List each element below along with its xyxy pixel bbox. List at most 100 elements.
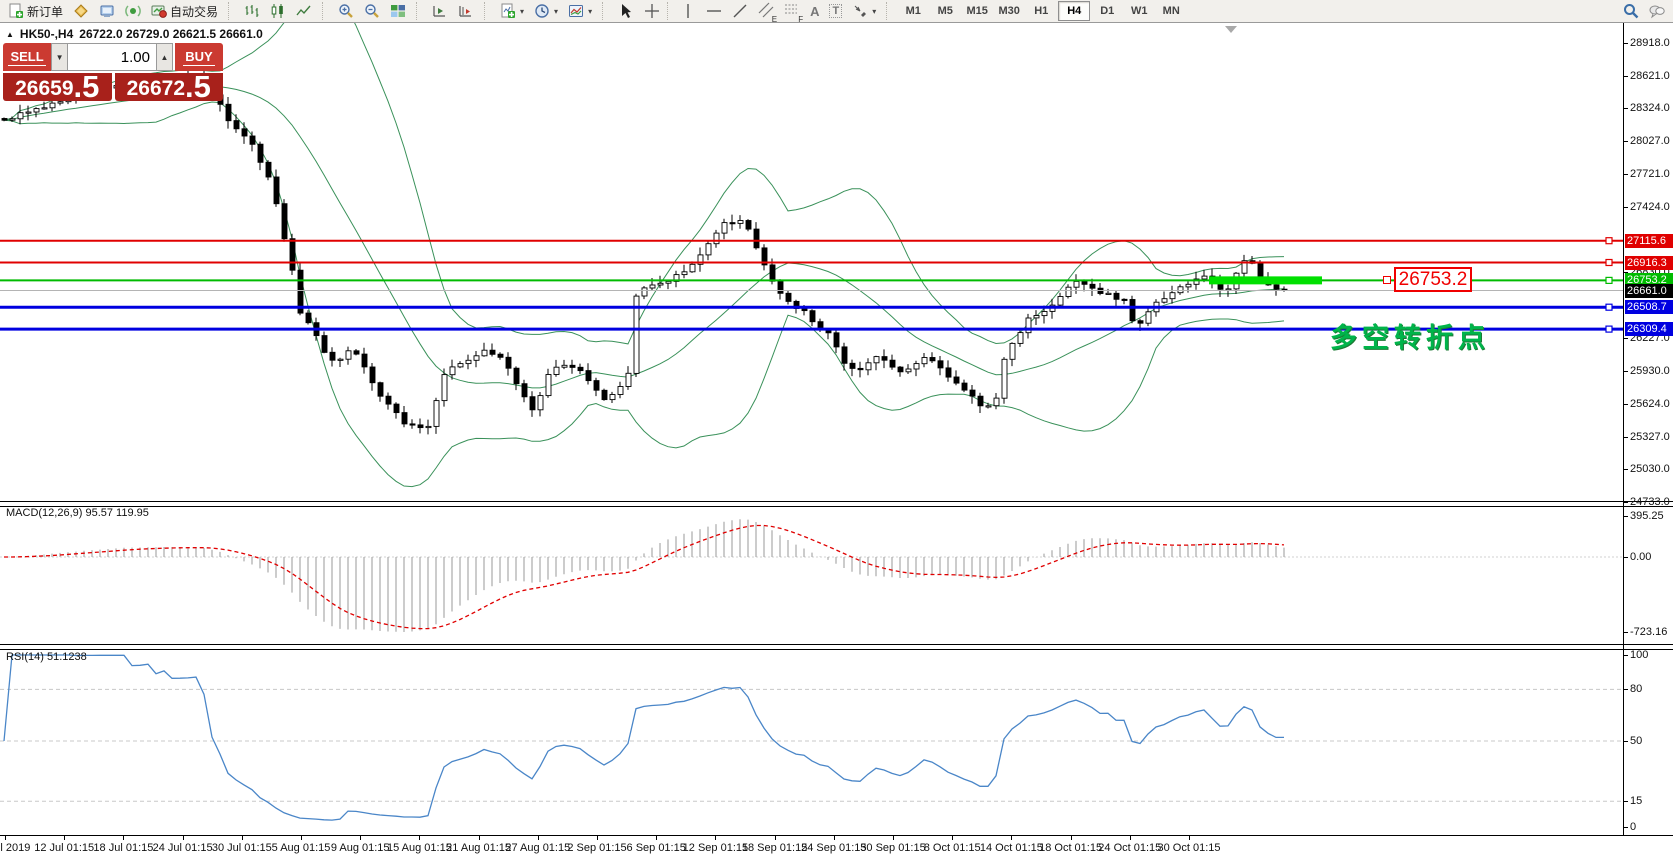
price-tick-label: 25624.0	[1630, 398, 1673, 410]
auto-trading-button[interactable]: 自动交易	[146, 0, 223, 22]
channel-button[interactable]: E	[753, 0, 779, 22]
date-tick-label: 9 Aug 01:15	[331, 842, 390, 854]
price-tick-label: 25327.0	[1630, 431, 1673, 443]
price-annotation-box[interactable]: 26753.2	[1394, 267, 1472, 292]
chart-shift-button[interactable]	[453, 0, 479, 22]
macd-tick	[1623, 632, 1628, 633]
indicators-button[interactable]: ▾	[495, 0, 529, 22]
chart-window: ▲ HK50-,H4 26722.0 26729.0 26621.5 26661…	[0, 23, 1673, 858]
buy-price[interactable]: 26672 .5	[115, 73, 224, 101]
date-tick	[242, 836, 243, 840]
tile-windows-button[interactable]	[385, 0, 411, 22]
price-chart-canvas[interactable]	[0, 23, 1673, 503]
date-tick	[893, 836, 894, 840]
timeframe-d1[interactable]: D1	[1092, 2, 1122, 20]
toolbar-separator	[322, 2, 328, 20]
zoom-out-icon	[364, 3, 380, 19]
price-tick	[1623, 43, 1628, 44]
date-tick-label: 8 Oct 01:15	[924, 842, 981, 854]
date-tick	[5, 836, 6, 840]
zoom-in-icon	[338, 3, 354, 19]
timeframe-m1[interactable]: M1	[898, 2, 928, 20]
candlestick-button[interactable]	[265, 0, 291, 22]
trendline-button[interactable]	[727, 0, 753, 22]
price-tick	[1623, 371, 1628, 372]
trendline-icon	[732, 3, 748, 19]
drawing-tools-group: E F A T ▾	[610, 0, 884, 22]
rsi-tick	[1623, 689, 1628, 690]
sell-label: SELL	[8, 49, 45, 66]
rsi-tick	[1623, 741, 1628, 742]
volume-input[interactable]	[68, 43, 156, 71]
date-axis[interactable]: 8 Jul 201912 Jul 01:1518 Jul 01:1524 Jul…	[0, 835, 1673, 858]
timeframe-h1[interactable]: H1	[1026, 2, 1056, 20]
timeframe-m15[interactable]: M15	[962, 2, 992, 20]
price-tick	[1623, 502, 1628, 503]
periods-button[interactable]: ▾	[529, 0, 563, 22]
label-tool-glyph: T	[829, 4, 842, 18]
date-tick	[597, 836, 598, 840]
one-click-trading-panel: SELL ▼ ▲ BUY 26659 .5 26672 .5	[3, 43, 223, 101]
collapse-arrow-icon[interactable]: ▲	[6, 30, 14, 39]
market-watch-button[interactable]	[68, 0, 94, 22]
timeframe-h4[interactable]: H4	[1058, 1, 1090, 21]
date-tick-label: 18 Sep 01:15	[742, 842, 807, 854]
toolbar-separator	[416, 2, 422, 20]
search-icon[interactable]	[1623, 3, 1639, 19]
bar-chart-button[interactable]	[239, 0, 265, 22]
auto-scroll-icon	[432, 3, 448, 19]
sell-button[interactable]: SELL	[3, 43, 51, 71]
crosshair-button[interactable]	[639, 0, 665, 22]
timeframe-w1[interactable]: W1	[1124, 2, 1154, 20]
data-window-icon	[99, 3, 115, 19]
cursor-button[interactable]	[613, 0, 639, 22]
date-tick	[360, 836, 361, 840]
timeframe-m30[interactable]: M30	[994, 2, 1024, 20]
spin-down-icon: ▼	[56, 53, 64, 62]
new-order-button[interactable]: 新订单	[3, 0, 68, 22]
chat-icon[interactable]	[1649, 3, 1665, 19]
price-tick-label: 25030.0	[1630, 463, 1673, 475]
turning-point-annotation[interactable]: 多空转折点	[1330, 316, 1490, 355]
date-tick-label: 24 Jul 01:15	[153, 842, 213, 854]
text-button[interactable]: A	[805, 0, 824, 22]
sell-price[interactable]: 26659 .5	[3, 73, 112, 101]
vertical-line-button[interactable]	[675, 0, 701, 22]
price-tick	[1623, 76, 1628, 77]
line-chart-button[interactable]	[291, 0, 317, 22]
buy-button[interactable]: BUY	[175, 43, 223, 71]
chart-shift-marker-icon[interactable]	[1225, 26, 1237, 33]
text-label-button[interactable]: T	[824, 0, 847, 22]
rsi-canvas[interactable]	[0, 649, 1673, 835]
macd-canvas[interactable]	[0, 506, 1673, 644]
templates-button[interactable]: ▾	[563, 0, 597, 22]
date-tick	[952, 836, 953, 840]
volume-increase-button[interactable]: ▲	[156, 43, 173, 71]
timeframe-m5[interactable]: M5	[930, 2, 960, 20]
toolbar-separator	[484, 2, 490, 20]
price-tick	[1623, 469, 1628, 470]
hline-price-label: 26508.7	[1625, 300, 1673, 314]
hline-price-label: 26916.3	[1625, 256, 1673, 270]
signals-button[interactable]	[120, 0, 146, 22]
zoom-out-button[interactable]	[359, 0, 385, 22]
volume-decrease-button[interactable]: ▼	[51, 43, 68, 71]
annotation-anchor[interactable]	[1383, 276, 1391, 284]
timeframe-mn[interactable]: MN	[1156, 2, 1186, 20]
fibonacci-button[interactable]: F	[779, 0, 805, 22]
arrows-button[interactable]: ▾	[847, 0, 881, 22]
date-tick-label: 24 Oct 01:15	[1098, 842, 1161, 854]
auto-scroll-button[interactable]	[427, 0, 453, 22]
symbol-timeframe-label: HK50-,H4	[20, 27, 73, 41]
horizontal-line-button[interactable]	[701, 0, 727, 22]
date-tick-label: 24 Sep 01:15	[801, 842, 866, 854]
date-tick-label: 12 Sep 01:15	[683, 842, 748, 854]
date-tick	[123, 836, 124, 840]
data-window-button[interactable]	[94, 0, 120, 22]
market-watch-icon	[73, 3, 89, 19]
date-tick-label: 8 Jul 2019	[0, 842, 30, 854]
zoom-in-button[interactable]	[333, 0, 359, 22]
date-tick	[64, 836, 65, 840]
rsi-tick-label: 15	[1630, 795, 1673, 807]
date-tick-label: 30 Oct 01:15	[1158, 842, 1221, 854]
